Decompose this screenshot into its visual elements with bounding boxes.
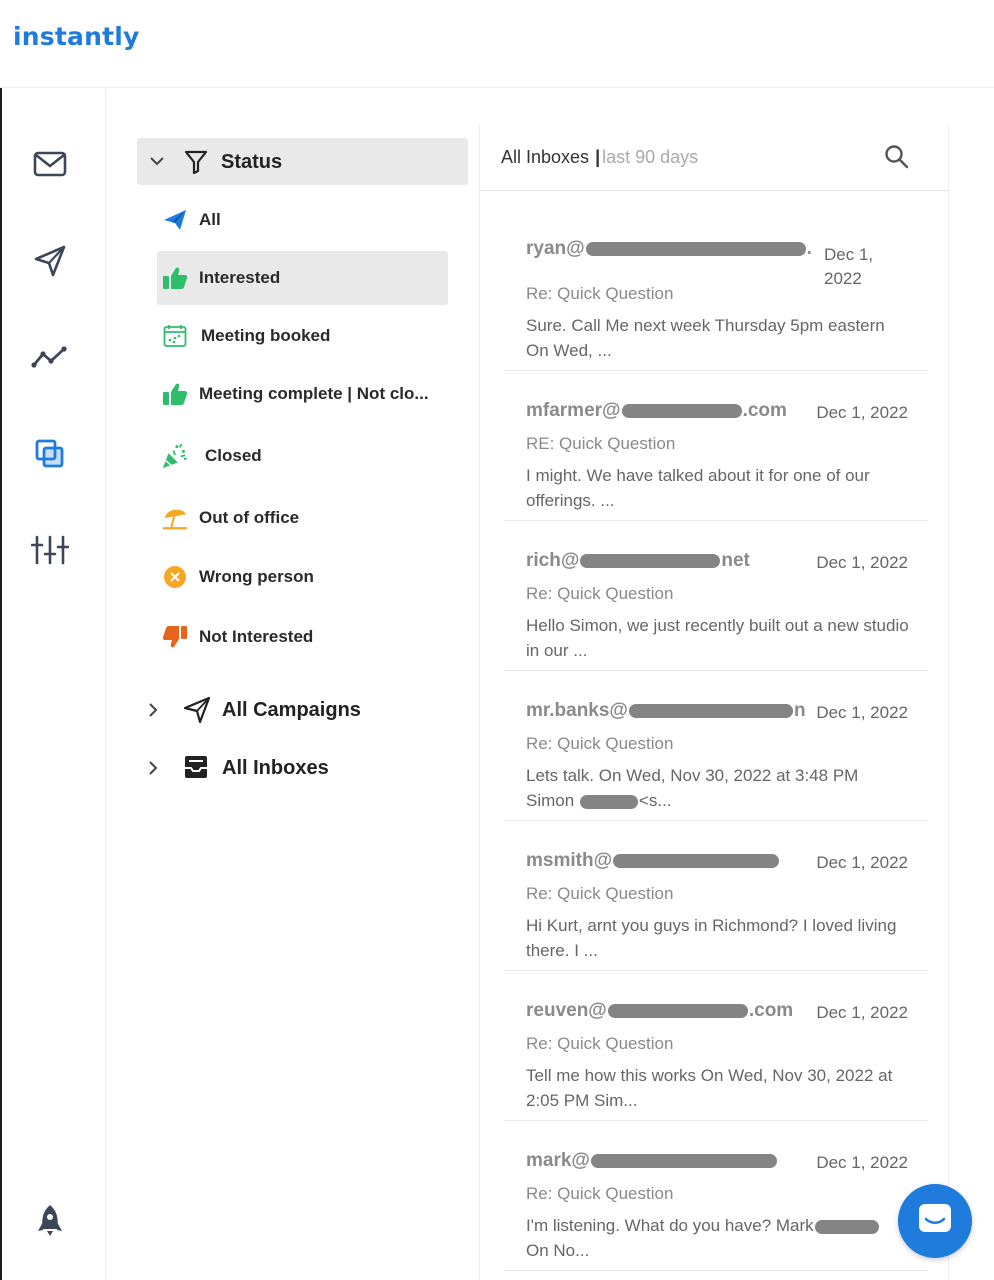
email-subject: RE: Quick Question [526, 434, 676, 453]
paper-plane-icon [161, 206, 189, 234]
party-popper-icon [161, 442, 189, 470]
filter-funnel-icon [184, 150, 208, 179]
email-date: Dec 1, 2022 [816, 703, 908, 722]
email-row[interactable]: ryan@. Dec 1, 2022 Re: Quick Question Su… [504, 221, 928, 371]
email-date: Dec 1, 2022 [816, 853, 908, 872]
status-label: Meeting complete | Not clo... [199, 384, 429, 403]
email-row[interactable]: msmith@ Dec 1, 2022 Re: Quick Question H… [504, 821, 928, 971]
rocket-icon[interactable] [30, 1200, 70, 1240]
group-all-inboxes[interactable]: All Inboxes [145, 748, 465, 788]
email-subject: Re: Quick Question [526, 884, 674, 903]
chevron-right-icon [145, 702, 161, 723]
email-row[interactable]: mark@ Dec 1, 2022 Re: Quick Question I'm… [504, 1121, 928, 1271]
status-item-not-interested[interactable]: Not Interested [157, 610, 448, 664]
status-item-meeting-booked[interactable]: Meeting booked [157, 309, 448, 363]
email-row[interactable]: reuven@ .com Dec 1, 2022 Re: Quick Questi… [504, 971, 928, 1121]
email-preview: Hello Simon, we just recently built out … [526, 616, 909, 660]
redacted-text [590, 1153, 777, 1168]
email-date: Dec 1, 2022 [824, 245, 874, 288]
email-date: Dec 1, 2022 [816, 403, 908, 422]
email-preview: Lets talk. On Wed, Nov 30, 2022 at 3:48 … [526, 766, 859, 810]
redacted-text [579, 794, 638, 809]
status-label: All [199, 210, 221, 229]
email-sender: mark@ [526, 1150, 778, 1172]
inbox-scope-separator: | [595, 147, 601, 167]
status-filter-header[interactable]: Status [137, 138, 468, 185]
email-sender: mr.banks@ n [526, 700, 806, 721]
status-label: Out of office [199, 508, 300, 527]
mail-icon[interactable] [30, 144, 70, 184]
inbox-scope[interactable]: All Inboxes | last 90 days [501, 147, 698, 168]
status-item-out-of-office[interactable]: Out of office [157, 491, 448, 545]
calendar-icon [161, 322, 189, 350]
email-sender: reuven@ .com [526, 1000, 794, 1021]
x-circle-icon [161, 563, 189, 591]
inbox-scope-label: All Inboxes [501, 147, 590, 167]
redacted-text [628, 703, 793, 718]
status-item-closed[interactable]: Closed [157, 429, 448, 483]
redacted-text [621, 403, 742, 418]
email-subject: Re: Quick Question [526, 1034, 674, 1053]
thumbs-up-icon [161, 264, 189, 292]
send-icon[interactable] [30, 241, 70, 281]
email-date: Dec 1, 2022 [816, 553, 908, 572]
email-sender: ryan@. [526, 238, 812, 259]
redacted-text [607, 1003, 748, 1018]
status-item-meeting-complete[interactable]: Meeting complete | Not clo... [157, 367, 448, 421]
email-subject: Re: Quick Question [526, 584, 674, 603]
email-preview: Hi Kurt, arnt you guys in Richmond? I lo… [526, 916, 897, 960]
redacted-text [580, 553, 721, 568]
email-sender: mfarmer@ .com [526, 400, 787, 421]
status-label: Not Interested [199, 627, 314, 646]
redacted-text [585, 241, 806, 256]
beach-umbrella-icon [161, 504, 189, 532]
send-icon [183, 696, 211, 729]
copy-layers-icon[interactable] [30, 434, 70, 474]
email-date: Dec 1, 2022 [816, 1003, 908, 1022]
chevron-right-icon [145, 760, 161, 781]
email-preview: I'm listening. What do you have? Mark On … [526, 1213, 911, 1263]
status-item-interested[interactable]: Interested [157, 251, 448, 305]
status-header-label: Status [221, 151, 283, 173]
sliders-icon[interactable] [30, 530, 70, 570]
status-label: Interested [199, 268, 281, 287]
email-row[interactable]: mfarmer@ .com Dec 1, 2022 RE: Quick Quest… [504, 371, 928, 521]
analytics-icon[interactable] [30, 337, 70, 377]
email-subject: Re: Quick Question [526, 1184, 674, 1203]
nav-rail [2, 89, 106, 1280]
email-date: Dec 1, 2022 [816, 1153, 908, 1172]
inbox-panel: All Inboxes | last 90 days ryan@. Dec 1, 2… [479, 124, 950, 1280]
search-icon[interactable] [884, 144, 910, 175]
filters-panel: Status All Interested Meeting booked Mee… [107, 89, 479, 1280]
redacted-text [613, 853, 780, 868]
app-logo[interactable]: instantly [13, 22, 139, 51]
email-sender: msmith@ [526, 850, 780, 872]
email-row[interactable]: rich@ net Dec 1, 2022 Re: Quick Question … [504, 521, 928, 671]
email-subject: Re: Quick Question [526, 734, 674, 753]
group-label: All Inboxes [222, 757, 329, 779]
group-label: All Campaigns [222, 699, 361, 721]
email-subject: Re: Quick Question [526, 284, 674, 303]
email-row[interactable]: mr.banks@ n Dec 1, 2022 Re: Quick Questio… [504, 671, 928, 821]
group-all-campaigns[interactable]: All Campaigns [145, 690, 465, 730]
redacted-text [814, 1219, 879, 1234]
status-label: Wrong person [199, 567, 314, 586]
thumbs-down-icon [161, 623, 189, 651]
email-preview: Tell me how this works On Wed, Nov 30, 2… [526, 1066, 893, 1110]
top-bar: instantly [0, 0, 994, 88]
chevron-down-icon [149, 153, 165, 174]
email-preview: Sure. Call Me next week Thursday 5pm eas… [526, 316, 885, 360]
status-label: Closed [205, 446, 262, 465]
status-item-all[interactable]: All [157, 193, 448, 247]
email-preview: I might. We have talked about it for one… [526, 466, 870, 510]
chat-launcher-button[interactable] [898, 1184, 972, 1258]
chat-icon [917, 1202, 953, 1241]
inbox-date-range[interactable]: last 90 days [602, 147, 698, 167]
inbox-header: All Inboxes | last 90 days [480, 124, 950, 191]
inbox-icon [183, 754, 209, 785]
thumbs-up-icon [161, 380, 189, 408]
status-label: Meeting booked [201, 326, 331, 345]
email-sender: rich@ net [526, 550, 750, 571]
status-item-wrong-person[interactable]: Wrong person [157, 550, 448, 604]
